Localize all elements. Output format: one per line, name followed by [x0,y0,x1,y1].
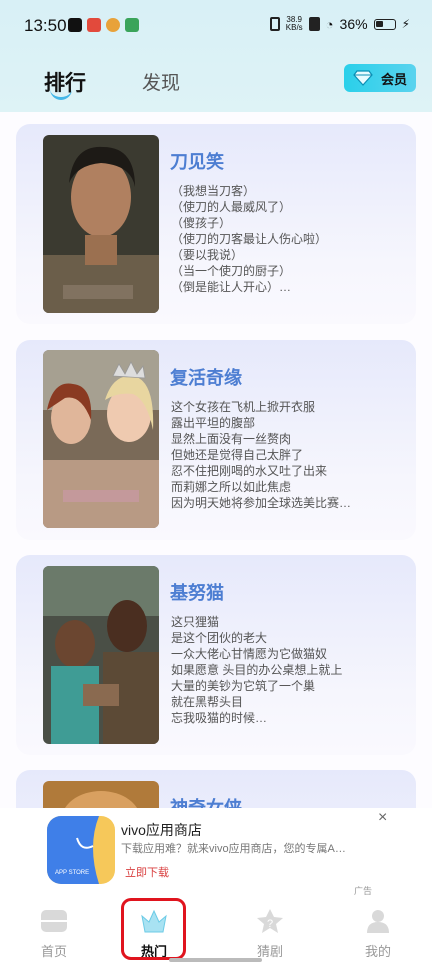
ad-app-name[interactable]: vivo应用商店 [121,820,202,840]
card-title[interactable]: 基努猫 [170,579,224,605]
highlight-box [121,898,186,960]
user-icon [367,910,389,933]
drama-card[interactable]: 刀见笑 （我想当刀客） （使刀的人最威风了） （傻孩子） （使刀的刀客最让人伤心… [16,124,416,324]
app-notification-icon-2 [125,18,139,32]
app-notification-icon [87,18,101,32]
nav-guess[interactable]: ? 猜剧 [240,908,300,960]
charging-icon: ⚡ [401,17,410,31]
poster-image [43,566,159,744]
ad-description: 下载应用难？就来vivo应用商店，您的专属A… [121,843,346,855]
notification-icons [68,18,139,32]
status-time: 13:50 [24,16,67,35]
poster-image [43,350,159,528]
nav-mine[interactable]: 我的 [348,908,408,960]
vip-label: 会员 [380,71,407,87]
star-question-icon: ? [257,909,283,933]
card-title[interactable]: 复活奇缘 [170,364,242,390]
tiktok-icon [68,18,82,32]
card-description: 这只狸猫 是这个团伙的老大 一众大佬心甘情愿为它做猫奴 如果愿意 头目的办公桌想… [171,615,343,725]
battery-icon [373,18,396,30]
card-title[interactable]: 刀见笑 [170,148,224,174]
card-title[interactable]: 神奇女侠 [170,794,242,808]
ranking-feed[interactable]: 刀见笑 （我想当刀客） （使刀的人最威风了） （傻孩子） （使刀的刀客最让人伤心… [0,112,432,808]
card-description: 这个女孩在飞机上掀开衣服 露出平坦的腹部 显然上面没有一丝赘肉 但她还是觉得自己… [171,400,352,510]
tab-discover[interactable]: 发现 [142,68,180,95]
sim-icon [308,17,320,31]
ad-download-link[interactable]: 立即下载 [125,864,169,880]
svg-text:APP STORE: APP STORE [55,870,89,876]
home-indicator[interactable] [169,958,262,962]
nav-home[interactable]: 首页 [24,908,84,960]
card-description: （我想当刀客） （使刀的人最威风了） （傻孩子） （使刀的刀客最让人伤心啦） （… [171,184,328,294]
app-store-icon[interactable]: APP STORE [47,816,115,884]
poster-image [43,135,159,313]
wifi-icon: ◔ [325,16,334,32]
vibrate-icon [269,17,280,31]
diamond-icon [353,70,373,86]
ad-tag: 广告 [354,886,373,896]
battery-percent: 36% [339,16,368,32]
drama-card[interactable]: 神奇女侠 [16,770,416,808]
drama-card[interactable]: 复活奇缘 这个女孩在飞机上掀开衣服 露出平坦的腹部 显然上面没有一丝赘肉 但她还… [16,340,416,540]
poster-image [43,781,159,808]
drama-card[interactable]: 基努猫 这只狸猫 是这个团伙的老大 一众大佬心甘情愿为它做猫奴 如果愿意 头目的… [16,555,416,755]
status-bar: 13:50 38.9 KB/s ◔ 36% ⚡ [0,0,432,52]
svg-text:?: ? [267,918,273,930]
ad-close-icon[interactable]: × [378,809,387,827]
net-speed: 38.9 KB/s [285,15,303,32]
weibo-icon [106,18,120,32]
vip-button[interactable]: 会员 [344,64,416,92]
status-right: 38.9 KB/s ◔ 36% ⚡ [269,15,410,32]
home-icon [41,910,67,932]
